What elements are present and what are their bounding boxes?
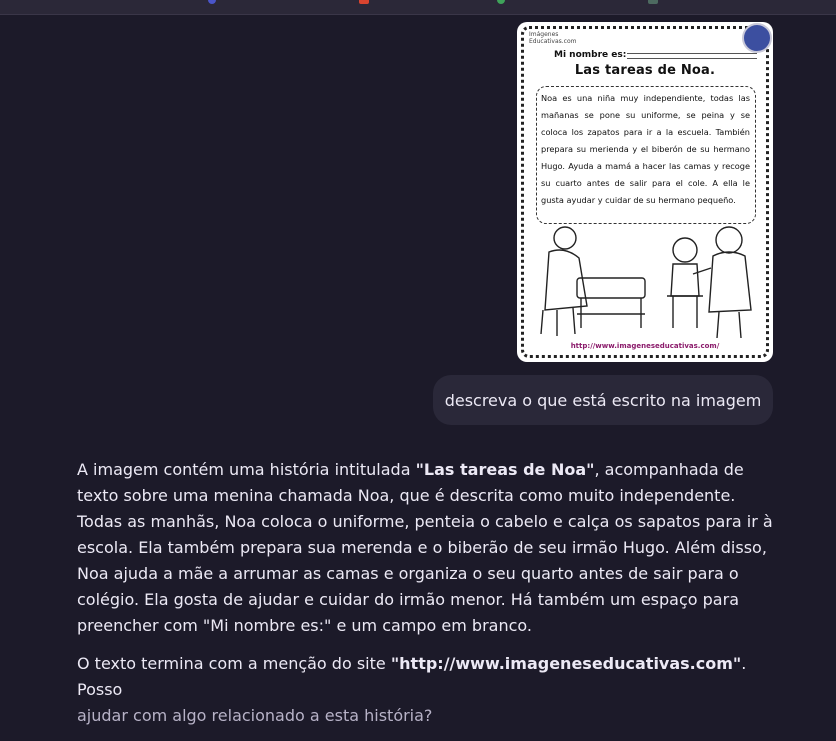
extension-icon[interactable] [208, 0, 216, 4]
assistant-paragraph-1: A imagem contém uma história intitulada … [77, 460, 773, 635]
status-icon[interactable] [497, 0, 505, 4]
name-write-lines [627, 53, 757, 59]
assistant-message: A imagem contém uma história intitulada … [77, 457, 777, 741]
bookmark-icon[interactable] [359, 0, 369, 4]
user-message-text: descreva o que está escrito na imagem [444, 390, 762, 410]
assistant-paragraph-2: O texto termina com a menção do site "ht… [77, 654, 747, 725]
name-label: Mi nombre es: [554, 50, 627, 60]
user-message-bubble: descreva o que está escrito na imagem [433, 375, 773, 425]
assistant-closing-question: ajudar com algo relacionado a esta histó… [77, 706, 433, 725]
corner-badge-icon [742, 23, 772, 53]
brand-line-1: Imágenes [529, 31, 559, 38]
app-icon[interactable] [648, 0, 658, 4]
uploaded-image-worksheet[interactable]: Imágenes Educativas.com Mi nombre es: La… [517, 22, 773, 362]
browser-toolbar-strip [0, 0, 836, 15]
site-url-bold: "http://www.imageneseducativas.com" [390, 654, 742, 673]
story-title-bold: "Las tareas de Noa" [415, 460, 595, 479]
worksheet-story-text: Noa es una niña muy independiente, todas… [541, 93, 750, 205]
worksheet-footer-url: http://www.imageneseducativas.com/ [570, 342, 720, 350]
worksheet-brand: Imágenes Educativas.com [529, 31, 576, 45]
brand-line-2: Educativas.com [529, 38, 577, 45]
children-illustration [540, 226, 752, 339]
worksheet-title: Las tareas de Noa. [574, 63, 716, 78]
